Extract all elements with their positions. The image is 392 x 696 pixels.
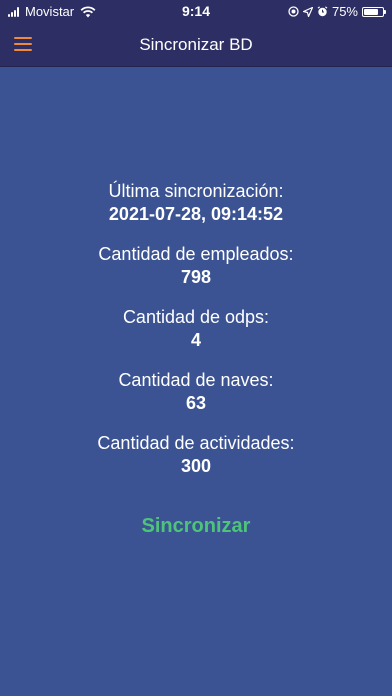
naves-label: Cantidad de naves:	[118, 370, 274, 390]
location-icon	[302, 6, 313, 17]
page-title: Sincronizar BD	[139, 35, 253, 54]
battery-fill	[364, 8, 378, 15]
alarm-icon	[317, 6, 328, 17]
activities-block: Cantidad de actividades: 300	[0, 432, 392, 478]
activities-value: 300	[180, 456, 212, 476]
odps-block: Cantidad de odps: 4	[0, 306, 392, 352]
employees-block: Cantidad de empleados: 798	[0, 243, 392, 289]
naves-value: 63	[185, 393, 207, 413]
battery-percent: 75%	[331, 4, 358, 19]
sync-info: Última sincronización: 2021-07-28, 09:14…	[0, 180, 392, 538]
odps-value: 4	[190, 330, 201, 350]
employees-value: 798	[180, 267, 212, 287]
status-bar: Movistar 9:14 75%	[0, 0, 392, 22]
status-right: 75%	[288, 4, 386, 19]
battery-icon	[362, 6, 386, 17]
activities-label: Cantidad de actividades:	[97, 433, 295, 453]
last-sync-block: Última sincronización: 2021-07-28, 09:14…	[0, 180, 392, 226]
employees-label: Cantidad de empleados:	[98, 244, 294, 264]
last-sync-value: 2021-07-28, 09:14:52	[108, 204, 284, 224]
odps-label: Cantidad de odps:	[122, 307, 270, 327]
app-header: Sincronizar BD	[0, 22, 392, 67]
naves-block: Cantidad de naves: 63	[0, 369, 392, 415]
screen-record-icon	[288, 6, 299, 17]
last-sync-label: Última sincronización:	[108, 181, 284, 201]
sync-button[interactable]: Sincronizar	[142, 515, 251, 538]
